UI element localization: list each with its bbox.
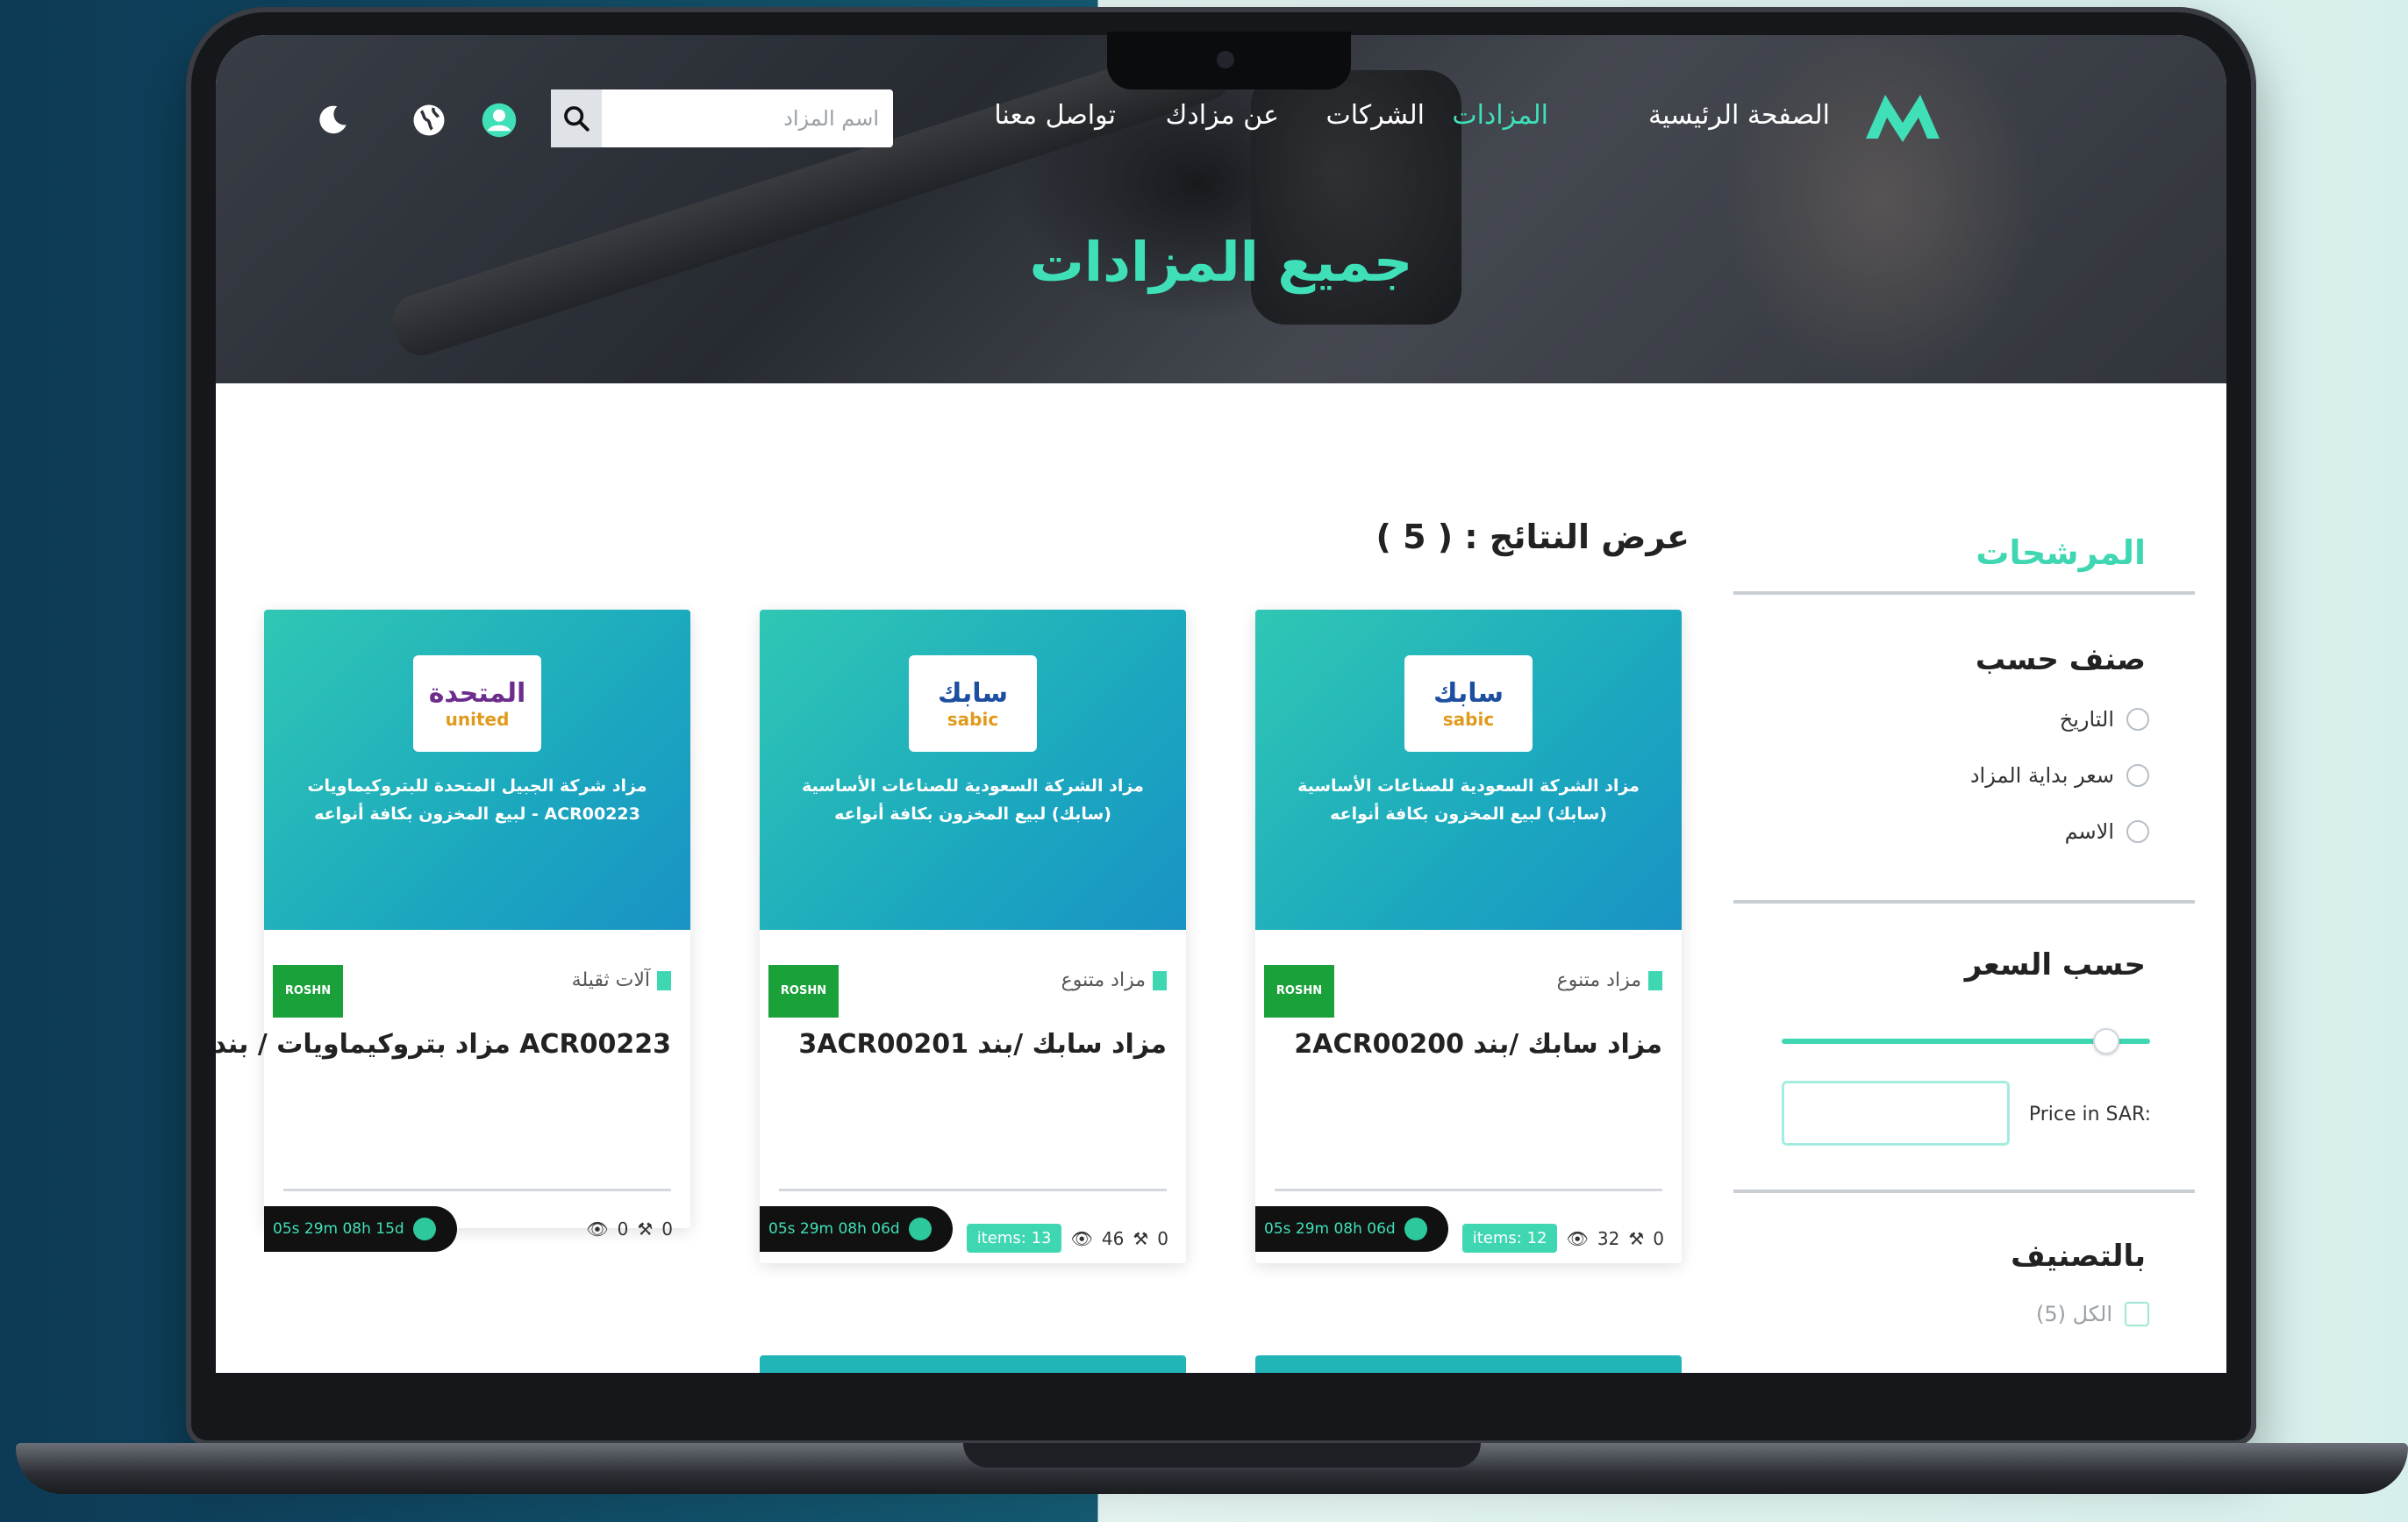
items-badge: items: 12 — [1461, 1224, 1558, 1253]
sponsor-badge: ROSHN — [768, 965, 839, 1018]
filters-divider — [1733, 900, 2195, 904]
auction-card-image: سابك sabic مزاد الشركة السعودية للصناعات… — [1255, 610, 1682, 930]
auction-type: مزاد متنوع — [1061, 969, 1167, 991]
price-input[interactable] — [1782, 1081, 2010, 1146]
company-logo: المتحدة united — [413, 655, 541, 752]
price-slider-handle[interactable] — [2093, 1028, 2119, 1054]
radio-button[interactable] — [2126, 764, 2149, 787]
sponsor-badge: ROSHN — [273, 965, 343, 1018]
card-divider — [283, 1189, 671, 1191]
radio-button[interactable] — [2126, 820, 2149, 843]
gavel-icon: ⚒ — [1133, 1227, 1149, 1249]
sort-option-label: سعر بداية المزاد — [1969, 763, 2114, 788]
auction-card-peek — [760, 1355, 1186, 1373]
globe-icon[interactable] — [411, 102, 447, 139]
nav-item-home[interactable]: الصفحة الرئيسية — [1648, 100, 1830, 131]
sort-option-start-price[interactable]: سعر بداية المزاد — [1970, 763, 2149, 788]
filters-divider — [1733, 1190, 2195, 1193]
screen: جميع المزادات الصفحة الرئيسية المزادات ا… — [216, 35, 2226, 1373]
moon-icon[interactable] — [314, 102, 351, 139]
views-count: 0 — [617, 1218, 629, 1240]
sponsor-badge: ROSHN — [1264, 965, 1334, 1018]
auction-card[interactable]: سابك sabic مزاد الشركة السعودية للصناعات… — [1255, 610, 1682, 1263]
auction-banner-text: مزاد الشركة السعودية للصناعات الأساسية (… — [802, 776, 1144, 824]
auction-card-image: سابك sabic مزاد الشركة السعودية للصناعات… — [760, 610, 1186, 930]
search-button[interactable] — [551, 89, 602, 147]
eye-icon: 👁 — [586, 1218, 609, 1240]
nav-item-companies[interactable]: الشركات — [1326, 100, 1425, 131]
auction-stats: items: 12 👁 32 ⚒ 0 — [1461, 1224, 1664, 1253]
page-title: جميع المزادات — [1029, 230, 1413, 294]
sort-option-label: التاريخ — [2059, 707, 2114, 732]
auction-type: آلات ثقيلة — [572, 969, 671, 991]
sort-option-date[interactable]: التاريخ — [2060, 707, 2149, 732]
auction-title[interactable]: مزاد بتروكيماويات / بند ACR00223 — [216, 1029, 671, 1060]
sort-option-name[interactable]: الاسم — [2065, 819, 2149, 844]
nav-item-auctions[interactable]: المزادات — [1452, 100, 1548, 131]
sort-heading: صنف حسب — [1975, 642, 2146, 677]
top-nav: الصفحة الرئيسية المزادات الشركات عن مزاد… — [216, 88, 2226, 149]
radio-button[interactable] — [2126, 708, 2149, 731]
items-badge: items: 13 — [966, 1224, 1062, 1253]
auction-type: مزاد متنوع — [1557, 969, 1662, 991]
tag-icon — [1648, 970, 1662, 990]
company-logo: سابك sabic — [1404, 655, 1533, 752]
category-option-all[interactable]: الكل (5) — [2036, 1302, 2149, 1326]
category-option-label: الكل (5) — [2035, 1302, 2112, 1326]
timer-icon — [412, 1218, 436, 1240]
bids-count: 0 — [1653, 1227, 1664, 1249]
auction-card[interactable]: سابك sabic مزاد الشركة السعودية للصناعات… — [760, 610, 1186, 1263]
timer-icon — [908, 1218, 932, 1240]
auction-card-peek — [1255, 1355, 1682, 1373]
camera-icon — [1217, 51, 1234, 68]
filters-title: المرشحات — [1976, 533, 2146, 572]
nav-item-about[interactable]: عن مزادك — [1166, 100, 1279, 131]
camera-notch — [1107, 32, 1351, 89]
bids-count: 0 — [661, 1218, 673, 1240]
card-divider — [779, 1189, 1167, 1191]
auction-title[interactable]: 3ACR00201 مزاد سابك /بند — [798, 1029, 1167, 1060]
company-logo: سابك sabic — [909, 655, 1037, 752]
results-count: عرض النتائج : ( 5 ) — [1375, 518, 1690, 556]
filters-divider — [1733, 591, 2195, 595]
countdown-timer: 05s 29m 08h 06d — [760, 1206, 953, 1252]
auction-banner-text: مزاد الشركة السعودية للصناعات الأساسية (… — [1297, 776, 1640, 824]
price-heading: حسب السعر — [1964, 947, 2146, 983]
user-icon[interactable] — [481, 102, 518, 139]
eye-icon: 👁 — [1070, 1227, 1093, 1249]
checkbox[interactable] — [2125, 1302, 2149, 1326]
timer-icon — [1404, 1218, 1427, 1240]
eye-icon: 👁 — [1566, 1227, 1589, 1249]
auction-card[interactable]: المتحدة united مزاد شركة الجبيل المتحدة … — [216, 610, 690, 1252]
laptop-base-groove — [963, 1443, 1481, 1468]
views-count: 32 — [1597, 1227, 1620, 1249]
brand-logo[interactable] — [1861, 88, 1945, 144]
tag-icon — [657, 970, 671, 990]
gavel-handle-image — [385, 35, 1240, 362]
tag-icon — [1153, 970, 1167, 990]
auction-card-image: المتحدة united مزاد شركة الجبيل المتحدة … — [264, 610, 690, 930]
price-label: Price in SAR: — [2028, 1104, 2151, 1125]
countdown-timer: 05s 29m 08h 15d — [264, 1206, 457, 1252]
bids-count: 0 — [1157, 1227, 1168, 1249]
auction-title[interactable]: 2ACR00200 مزاد سابك /بند — [1294, 1029, 1662, 1060]
auction-banner-text: مزاد شركة الجبيل المتحدة للبتروكيماويات … — [307, 776, 647, 824]
search-input[interactable] — [602, 89, 893, 147]
gavel-icon: ⚒ — [637, 1218, 654, 1240]
search-icon — [564, 106, 589, 132]
category-heading: بالتصنيف — [2011, 1239, 2146, 1274]
countdown-timer: 05s 29m 08h 06d — [1255, 1206, 1448, 1252]
nav-item-contact[interactable]: تواصل معنا — [994, 100, 1116, 131]
gavel-icon: ⚒ — [1628, 1227, 1645, 1249]
views-count: 46 — [1101, 1227, 1125, 1249]
search-box — [551, 89, 893, 147]
auction-stats: items: 13 👁 46 ⚒ 0 — [966, 1224, 1168, 1253]
auction-stats: 👁 0 ⚒ 0 — [586, 1218, 673, 1240]
sort-option-label: الاسم — [2064, 819, 2114, 844]
card-divider — [1275, 1189, 1662, 1191]
